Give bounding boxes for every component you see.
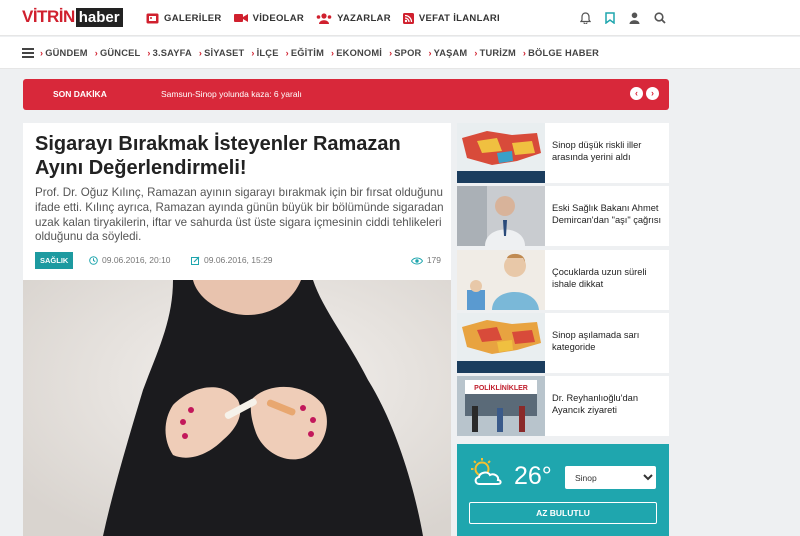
news-caption: Sinop düşük riskli iller arasında yerini… [552,140,642,162]
breaking-label: SON DAKİKA [53,89,107,99]
next-arrow-icon[interactable]: › [646,87,659,100]
search-icon[interactable] [654,12,666,24]
nav-label: SPOR [394,48,422,58]
top-link-label: YAZARLAR [337,12,391,24]
edit-icon [191,256,200,265]
nav-item-guncel[interactable]: › GÜNCEL [95,48,141,58]
nav-item-egitim[interactable]: › EĞİTİM [286,48,324,58]
news-thumbnail: POLİKLİNİKLER [457,376,545,436]
news-caption: Çocuklarda uzun süreli ishale dikkat [552,267,647,289]
city-select[interactable]: Sinop [565,466,656,489]
published-text: 09.06.2016, 20:10 [102,255,171,265]
news-thumbnail [457,186,545,246]
gallery-icon [146,13,159,23]
top-link-obituaries[interactable]: VEFAT İLANLARI [402,12,500,24]
sidebar-item[interactable]: Çocuklarda uzun süreli ishale dikkat [457,250,669,310]
site-logo[interactable]: VİTRİN haber [22,7,123,27]
nav-label: 3.SAYFA [152,48,192,58]
updated-date: 09.06.2016, 15:29 [191,252,273,269]
breaking-news-bar: SON DAKİKA Samsun-Sinop yolunda kaza: 6 … [23,79,669,110]
article-summary: Prof. Dr. Oğuz Kılınç, Ramazan ayının si… [35,186,444,244]
nav-item-spor[interactable]: › SPOR [389,48,421,58]
user-icon[interactable] [629,12,640,24]
logo-part-1: VİTRİN [22,7,75,26]
news-caption: Sinop aşılamada sarı kategoride [552,330,640,352]
nav-label: EĞİTİM [290,48,325,58]
nav-item-ekonomi[interactable]: › EKONOMİ [331,48,382,58]
news-caption: Eski Sağlık Bakanı Ahmet Demircan'dan "a… [552,203,662,225]
nav-item-gundem[interactable]: › GÜNDEM [40,48,88,58]
bell-icon[interactable] [580,12,591,24]
hamburger-menu-icon[interactable] [22,46,34,60]
article-photo[interactable] [23,280,451,536]
top-link-label: VİDEOLAR [252,12,305,24]
nav-item-turizm[interactable]: › TURİZM [474,48,516,58]
view-count: 179 [410,252,441,269]
sidebar-item[interactable]: Eski Sağlık Bakanı Ahmet Demircan'dan "a… [457,186,669,246]
nav-label: İLÇE [256,48,279,58]
nav-label: YAŞAM [433,48,468,58]
clock-icon [89,256,98,265]
sidebar-item[interactable]: POLİKLİNİKLER Dr. Reyhanlıoğlu'dan Ayanc… [457,376,669,436]
nav-item-siyaset[interactable]: › SİYASET [199,48,245,58]
article-title: Sigarayı Bırakmak İsteyenler Ramazan Ayı… [35,133,401,179]
nav-item-bolge-haber[interactable]: › BÖLGE HABER [523,48,599,58]
nav-item-ilce[interactable]: › İLÇE [251,48,278,58]
sidebar-item[interactable]: Sinop aşılamada sarı kategoride [457,313,669,373]
article-meta: SAĞLIK 09.06.2016, 20:10 09.06.2016, 15:… [35,252,441,272]
top-link-galleries[interactable]: GALERİLER [146,13,222,24]
published-date: 09.06.2016, 20:10 [89,252,171,269]
partly-cloudy-icon [471,458,502,485]
logo-part-2: haber [75,7,123,27]
category-nav: › GÜNDEM › GÜNCEL › 3.SAYFA › SİYASET › İLÇE … [0,37,800,69]
news-thumbnail [457,313,545,373]
views-text: 179 [426,255,441,265]
nav-label: GÜNDEM [45,48,88,58]
top-link-videos[interactable]: VİDEOLAR [233,12,305,24]
nav-label: TURİZM [479,48,516,58]
category-badge[interactable]: SAĞLIK [35,252,74,269]
article-card: Sigarayı Bırakmak İsteyenler Ramazan Ayı… [23,123,451,536]
nav-label: BÖLGE HABER [528,48,600,58]
nav-item-yasam[interactable]: › YAŞAM [428,48,467,58]
svg-text:POLİKLİNİKLER: POLİKLİNİKLER [474,384,528,392]
news-thumbnail [457,123,545,183]
prev-arrow-icon[interactable]: ‹ [630,87,643,100]
weather-condition: AZ BULUTLU [469,502,657,524]
nav-label: SİYASET [204,48,245,58]
authors-icon [316,12,332,24]
top-link-label: VEFAT İLANLARI [418,12,500,24]
news-caption: Dr. Reyhanlıoğlu'dan Ayancık ziyareti [552,393,639,415]
rss-icon [402,12,414,24]
news-thumbnail [457,250,545,310]
nav-label: GÜNCEL [99,48,141,58]
updated-text: 09.06.2016, 15:29 [204,255,273,265]
temperature: 26° [514,462,552,490]
top-bar: VİTRİN haber GALERİLER VİDEOLAR YAZARLAR… [0,0,800,36]
top-link-label: GALERİLER [164,12,222,24]
top-link-authors[interactable]: YAZARLAR [316,13,391,24]
nav-label: EKONOMİ [336,48,383,58]
bookmark-icon[interactable] [605,12,615,24]
eye-icon [410,257,423,264]
video-icon [233,14,248,22]
weather-widget: 26° Sinop AZ BULUTLU [457,444,669,536]
nav-item-3sayfa[interactable]: › 3.SAYFA [147,48,192,58]
sidebar-item[interactable]: Sinop düşük riskli iller arasında yerini… [457,123,669,183]
breaking-headline[interactable]: Samsun-Sinop yolunda kaza: 6 yaralı [161,79,302,110]
